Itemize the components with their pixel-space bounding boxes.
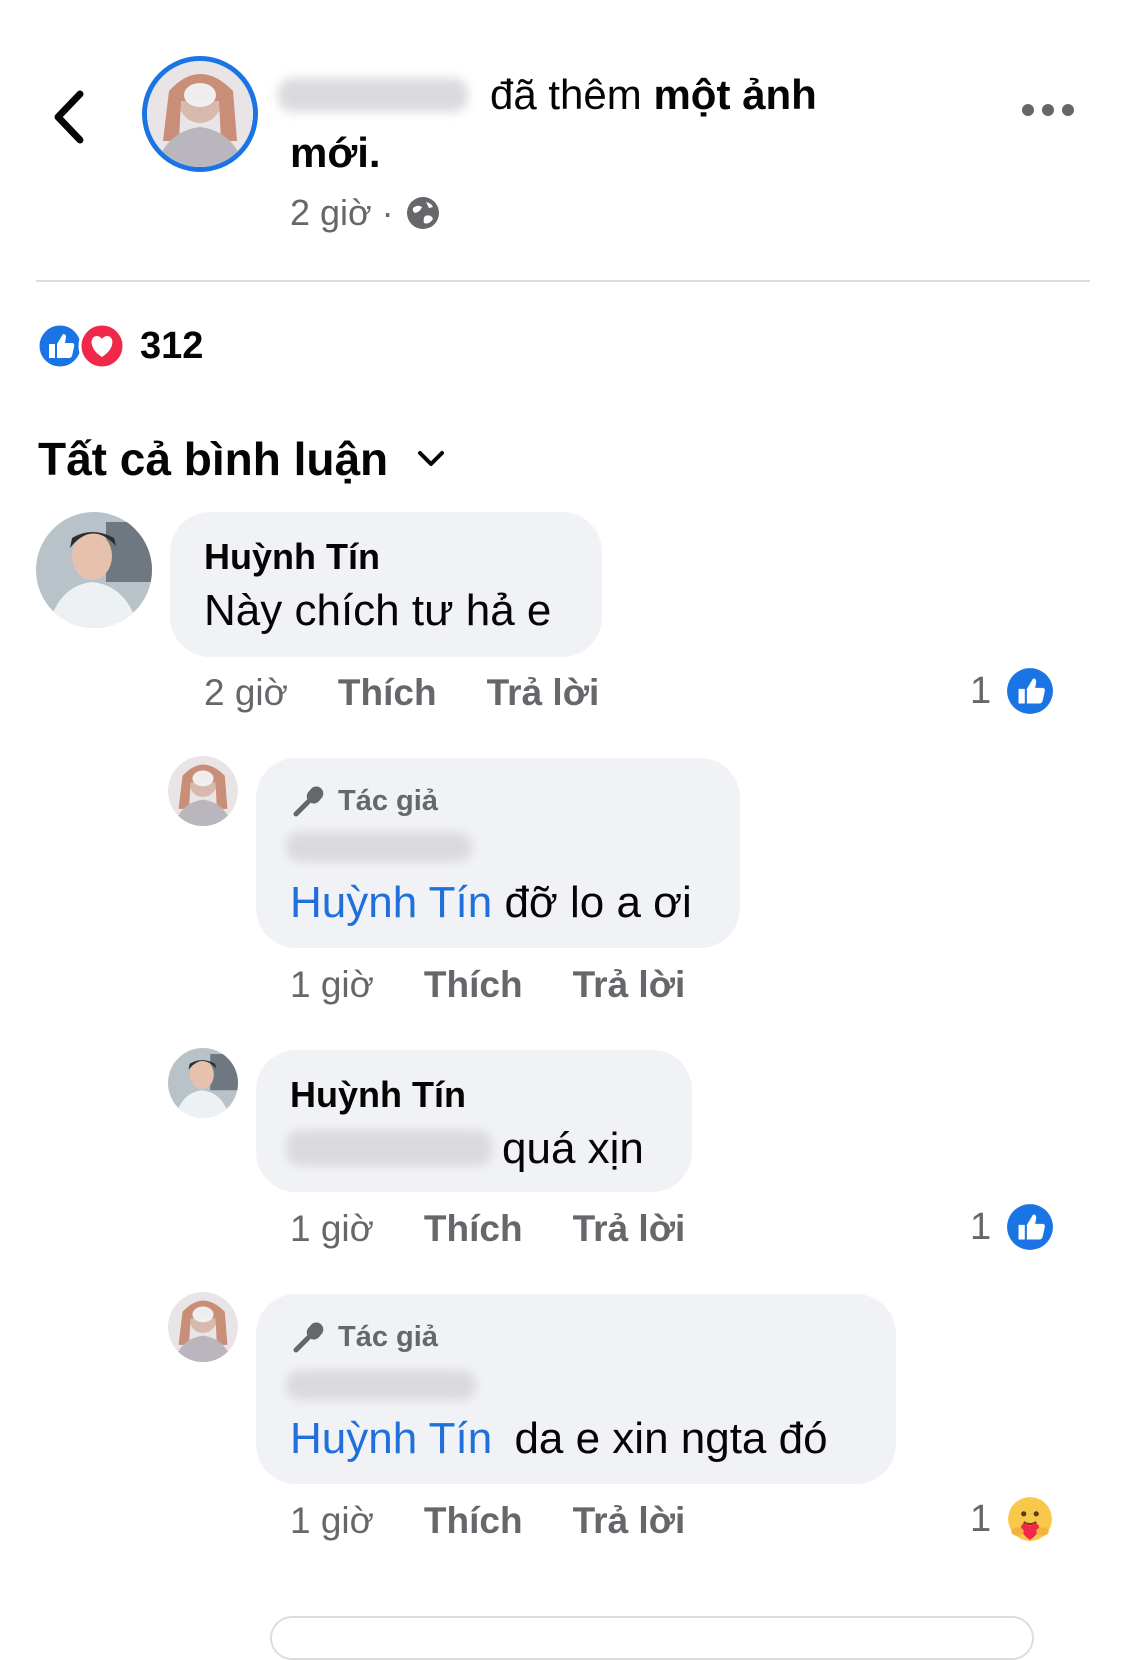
comment-text-line: Huỳnh Tín da e xin ngta đó <box>290 1412 828 1466</box>
post-meta: 2 giờ · <box>290 192 442 234</box>
divider <box>36 280 1090 282</box>
comment-reactions[interactable]: 1 <box>970 1494 1055 1544</box>
comment-bubble[interactable]: Tác giả Huỳnh Tín da e xin ngta đó <box>256 1294 896 1484</box>
like-action[interactable]: Thích <box>424 1208 523 1250</box>
more-options-button[interactable] <box>1020 100 1090 130</box>
like-reaction-icon <box>36 322 84 370</box>
reply-action[interactable]: Trả lời <box>573 964 686 1006</box>
comment-reactions[interactable]: 1 <box>970 1202 1055 1252</box>
microphone-icon <box>293 1322 324 1353</box>
like-action[interactable]: Thích <box>424 1500 523 1542</box>
redacted-mention <box>286 1130 492 1166</box>
author-badge: Tác giả <box>292 1320 438 1354</box>
comments-filter-label: Tất cả bình luận <box>38 433 389 485</box>
comment-bubble[interactable]: Tác giả Huỳnh Tín đỡ lo a ơi <box>256 758 740 948</box>
microphone-icon <box>293 786 324 817</box>
avatar-photo <box>36 512 152 628</box>
mention-link[interactable]: Huỳnh Tín <box>290 878 492 927</box>
chevron-left-icon <box>54 90 84 144</box>
avatar-photo <box>168 1292 238 1362</box>
avatar-photo <box>168 756 238 826</box>
author-avatar-small[interactable] <box>168 1292 238 1362</box>
reply-action[interactable]: Trả lời <box>487 672 600 714</box>
meta-separator: · <box>381 192 394 233</box>
author-badge-label: Tác giả <box>338 1320 438 1353</box>
reaction-count: 312 <box>140 324 204 367</box>
more-dots-icon <box>1022 104 1074 116</box>
comment-text: Này chích tư hả e <box>204 586 552 635</box>
post-header-text: đã thêm một ảnh mới. <box>290 66 910 182</box>
comment-text-line: Huỳnh Tín đỡ lo a ơi <box>290 876 692 930</box>
chevron-down-icon <box>418 451 445 466</box>
comment-actions: 1 giờ Thích Trả lời <box>290 1208 735 1250</box>
like-action[interactable]: Thích <box>424 964 523 1006</box>
comment-text: quá xịn <box>502 1124 644 1173</box>
comment-author-name[interactable]: Huỳnh Tín <box>290 1074 466 1116</box>
avatar-photo <box>147 61 253 167</box>
comment-reactions[interactable]: 1 <box>970 666 1055 716</box>
comment-text: đỡ lo a ơi <box>504 878 692 927</box>
author-avatar-small[interactable] <box>168 756 238 826</box>
post-time: 2 giờ <box>290 192 372 233</box>
author-badge: Tác giả <box>292 784 438 818</box>
comment-time[interactable]: 2 giờ <box>204 672 288 714</box>
comment-reaction-count: 1 <box>970 669 992 712</box>
commenter-avatar-small[interactable] <box>168 1048 238 1118</box>
like-reaction-icon <box>1007 1204 1054 1250</box>
header-action-text: đã thêm <box>490 71 642 118</box>
comment-time[interactable]: 1 giờ <box>290 1500 374 1542</box>
comment-time[interactable]: 1 giờ <box>290 964 374 1006</box>
comment-author-name[interactable]: Huỳnh Tín <box>204 536 380 578</box>
reply-action[interactable]: Trả lời <box>573 1208 686 1250</box>
back-button[interactable] <box>44 82 104 152</box>
reply-action[interactable]: Trả lời <box>573 1500 686 1542</box>
comment-bubble[interactable]: Huỳnh Tín Này chích tư hả e <box>170 512 602 657</box>
redacted-name <box>286 832 472 862</box>
commenter-avatar[interactable] <box>36 512 152 628</box>
mention-link[interactable]: Huỳnh Tín <box>290 1414 492 1463</box>
comment-reaction-count: 1 <box>970 1497 992 1540</box>
like-action[interactable]: Thích <box>338 672 437 714</box>
reactions-summary[interactable]: 312 <box>36 322 203 370</box>
reply-input-edge[interactable] <box>270 1616 1034 1660</box>
like-reaction-icon <box>1007 668 1054 714</box>
comment-actions: 1 giờ Thích Trả lời <box>290 964 735 1006</box>
author-badge-label: Tác giả <box>338 784 438 817</box>
comments-filter-dropdown[interactable]: Tất cả bình luận <box>38 432 446 486</box>
comment-actions: 2 giờ Thích Trả lời <box>204 672 649 714</box>
comment-reaction-count: 1 <box>970 1205 992 1248</box>
avatar-photo <box>168 1048 238 1118</box>
comment-text: da e xin ngta đó <box>514 1414 828 1463</box>
care-reaction-icon <box>1008 1497 1053 1541</box>
redacted-name <box>286 1370 476 1400</box>
comment-actions: 1 giờ Thích Trả lời <box>290 1500 735 1542</box>
comment-time[interactable]: 1 giờ <box>290 1208 374 1250</box>
love-reaction-icon <box>78 322 126 370</box>
comment-bubble[interactable]: Huỳnh Tín quá xịn <box>256 1050 692 1192</box>
author-avatar[interactable] <box>142 56 258 172</box>
globe-icon <box>406 197 439 229</box>
